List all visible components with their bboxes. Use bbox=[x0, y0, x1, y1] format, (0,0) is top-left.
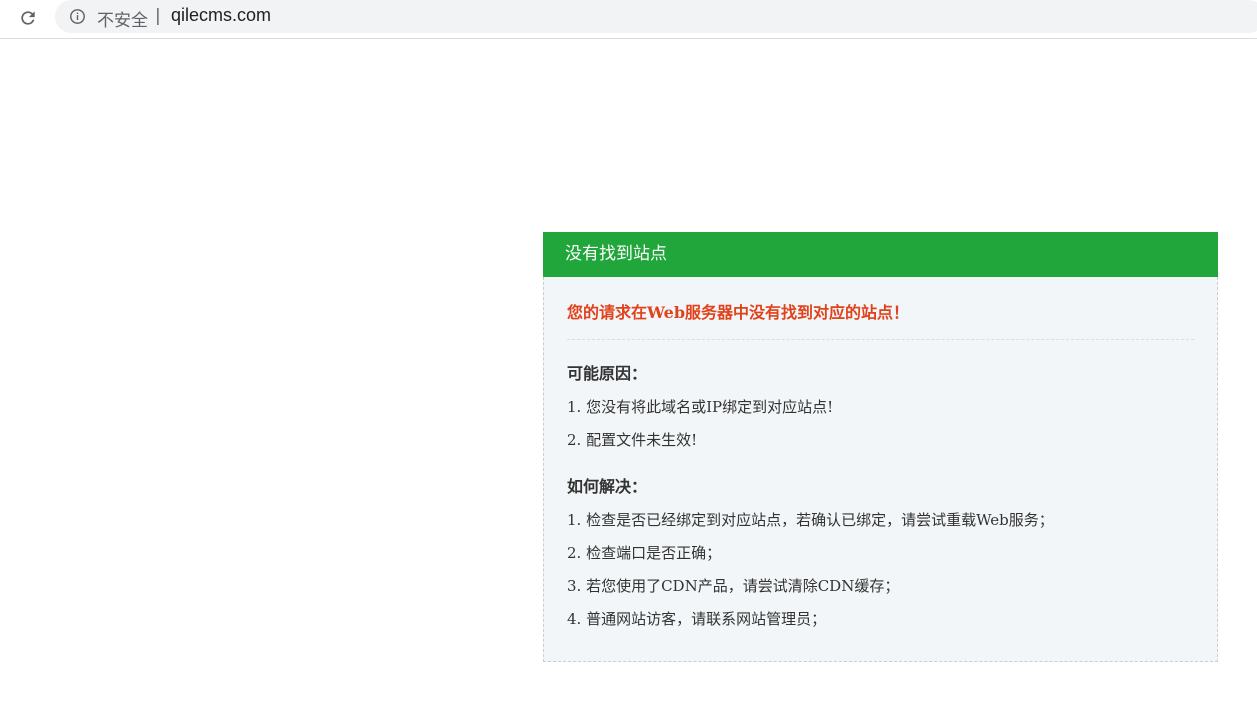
address-bar[interactable]: 不安全 | qilecms.com bbox=[55, 0, 1257, 33]
info-icon[interactable] bbox=[69, 8, 86, 25]
reload-button[interactable] bbox=[14, 4, 42, 32]
panel-body: 您的请求在Web服务器中没有找到对应的站点！ 可能原因： 1. 您没有将此域名或… bbox=[543, 277, 1218, 662]
solutions-title: 如何解决： bbox=[567, 477, 648, 496]
solution-item: 1. 检查是否已经绑定到对应站点，若确认已绑定，请尝试重载Web服务； bbox=[567, 511, 1054, 529]
error-message: 您的请求在Web服务器中没有找到对应的站点！ bbox=[567, 277, 1194, 340]
browser-toolbar: 不安全 | qilecms.com bbox=[0, 0, 1257, 39]
security-label[interactable]: 不安全 bbox=[97, 6, 148, 31]
error-panel: 没有找到站点 您的请求在Web服务器中没有找到对应的站点！ 可能原因： 1. 您… bbox=[543, 232, 1218, 662]
url-text[interactable]: qilecms.com bbox=[171, 5, 271, 26]
reload-icon bbox=[21, 11, 35, 25]
address-separator: | bbox=[155, 6, 161, 26]
reasons-title: 可能原因： bbox=[567, 364, 648, 383]
solution-item: 3. 若您使用了CDN产品，请尝试清除CDN缓存； bbox=[567, 577, 900, 595]
solution-item: 2. 检查端口是否正确； bbox=[567, 544, 722, 562]
reason-item: 1. 您没有将此域名或IP绑定到对应站点! bbox=[567, 398, 834, 416]
panel-title: 没有找到站点 bbox=[543, 232, 1218, 277]
reason-item: 2. 配置文件未生效! bbox=[567, 431, 698, 449]
solution-item: 4. 普通网站访客，请联系网站管理员； bbox=[567, 610, 827, 628]
